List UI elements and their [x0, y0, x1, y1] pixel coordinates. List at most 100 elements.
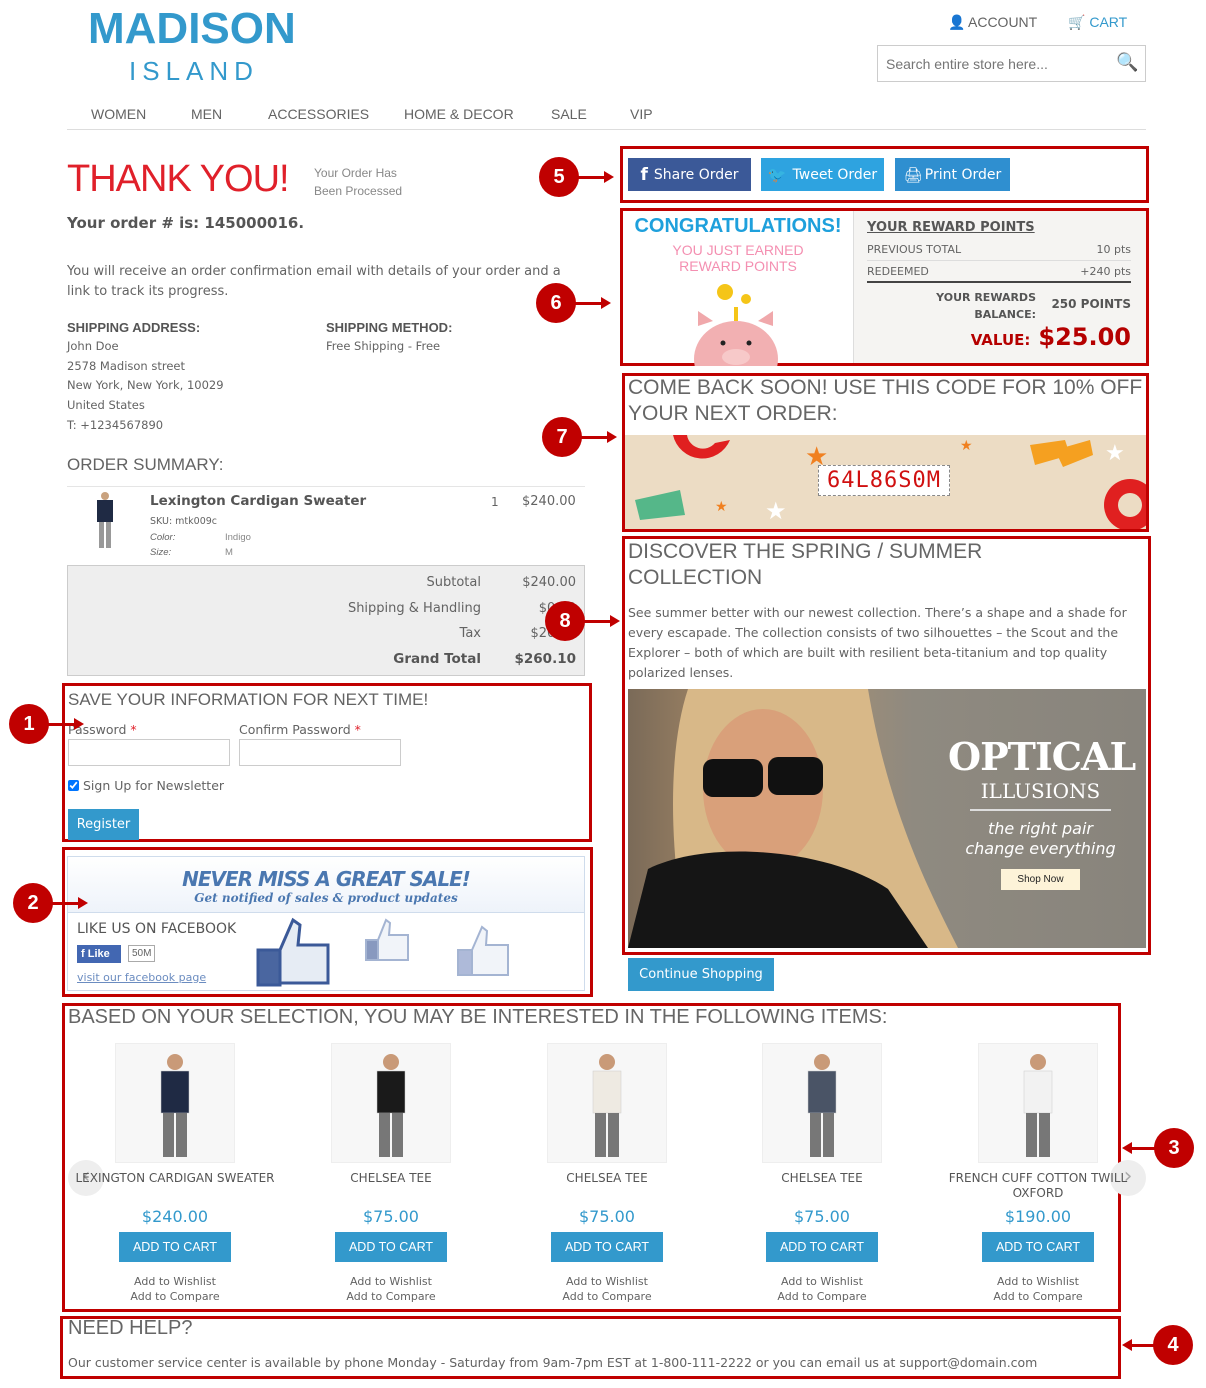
logo[interactable]: MADISON: [88, 4, 296, 54]
product-image[interactable]: [331, 1043, 451, 1163]
order-number: Your order # is: 145000016.: [67, 214, 305, 232]
divider: [67, 486, 585, 487]
tweet-order-button[interactable]: 🐦 Tweet Order: [761, 158, 884, 191]
total-row-tax: Tax$20.10: [459, 626, 576, 641]
nav-accessories[interactable]: ACCESSORIES: [268, 106, 369, 122]
nav-men[interactable]: MEN: [191, 106, 222, 122]
product-price: $75.00: [794, 1207, 850, 1226]
callout-7: 7: [542, 417, 582, 457]
password-field[interactable]: [68, 739, 230, 766]
callout-arrow: [52, 897, 88, 909]
product-name[interactable]: CHELSEA TEE: [283, 1171, 499, 1201]
add-to-cart-button[interactable]: ADD TO CART: [118, 1232, 232, 1262]
add-to-cart-button[interactable]: ADD TO CART: [981, 1232, 1095, 1262]
help-text: Our customer service center is available…: [68, 1355, 1038, 1370]
add-to-compare-link[interactable]: Add to Compare: [499, 1289, 715, 1304]
rewards-congrats: CONGRATULATIONS! YOU JUST EARNED REWARD P…: [623, 211, 853, 366]
svg-text:★: ★: [960, 438, 973, 454]
facebook-icon: f: [81, 948, 85, 960]
confirmation-message: You will receive an order confirmation e…: [67, 264, 561, 299]
svg-text:★: ★: [765, 497, 787, 525]
piggy-bank-icon: [694, 284, 778, 366]
add-to-wishlist-link[interactable]: Add to Wishlist: [930, 1274, 1146, 1289]
product-image[interactable]: [762, 1043, 882, 1163]
previous-total-row: PREVIOUS TOTAL 10 pts: [867, 239, 1131, 261]
printer-icon: 🖨: [903, 165, 923, 184]
print-order-button[interactable]: 🖨 Print Order: [895, 158, 1010, 191]
callout-arrow: [1122, 1339, 1155, 1351]
cart-link[interactable]: 🛒 CART: [1068, 14, 1127, 31]
nav-sale[interactable]: SALE: [551, 106, 587, 122]
search-icon[interactable]: 🔍: [1116, 52, 1138, 73]
product-name[interactable]: LEXINGTON CARDIGAN SWEATER: [67, 1171, 283, 1201]
add-to-compare-link[interactable]: Add to Compare: [67, 1289, 283, 1304]
add-to-cart-button[interactable]: ADD TO CART: [334, 1232, 448, 1262]
item-option-values: Indigo M: [225, 532, 251, 558]
confirm-password-field[interactable]: [239, 739, 401, 766]
upsell-title: BASED ON YOUR SELECTION, YOU MAY BE INTE…: [68, 1006, 888, 1028]
shop-now-button[interactable]: Shop Now: [1001, 869, 1080, 890]
thumbs-up-icon: [256, 917, 509, 987]
earned-text: YOU JUST EARNED REWARD POINTS: [672, 242, 804, 274]
nav-home-decor[interactable]: HOME & DECOR: [404, 106, 514, 122]
nav-vip[interactable]: VIP: [630, 106, 653, 122]
share-order-button[interactable]: f Share Order: [628, 158, 751, 191]
register-button[interactable]: Register: [68, 809, 139, 840]
callout-arrow: [581, 431, 617, 443]
add-to-wishlist-link[interactable]: Add to Wishlist: [714, 1274, 930, 1289]
collection-banner[interactable]: OPTICAL ILLUSIONS the right pair change e…: [628, 689, 1146, 948]
collection-text: See summer better with our newest collec…: [628, 605, 1127, 680]
model-image: [628, 689, 958, 948]
callout-8: 8: [545, 601, 585, 641]
newsletter-option[interactable]: Sign Up for Newsletter: [68, 778, 224, 793]
twitter-icon: 🐦: [767, 165, 787, 184]
callout-arrow: [48, 718, 84, 730]
newsletter-checkbox[interactable]: [68, 780, 79, 791]
callout-arrow: [584, 615, 620, 627]
order-totals: Subtotal$240.00 Shipping & Handling$0.00…: [67, 565, 585, 676]
collection-title: DISCOVER THE SPRING / SUMMER COLLECTION: [628, 540, 983, 589]
logo-subtitle: ISLAND: [129, 56, 259, 86]
continue-shopping-button[interactable]: Continue Shopping: [628, 958, 774, 991]
add-to-wishlist-link[interactable]: Add to Wishlist: [283, 1274, 499, 1289]
help-title: NEED HELP?: [68, 1317, 193, 1339]
add-to-compare-link[interactable]: Add to Compare: [930, 1289, 1146, 1304]
search-input[interactable]: [877, 45, 1146, 82]
add-to-wishlist-link[interactable]: Add to Wishlist: [67, 1274, 283, 1289]
add-to-cart-button[interactable]: ADD TO CART: [550, 1232, 664, 1262]
facebook-subhead: Get notified of sales & product updates: [194, 891, 458, 905]
product-image[interactable]: [547, 1043, 667, 1163]
item-qty: 1: [491, 495, 499, 509]
register-title: SAVE YOUR INFORMATION FOR NEXT TIME!: [68, 690, 429, 709]
add-to-compare-link[interactable]: Add to Compare: [283, 1289, 499, 1304]
reward-points-panel: YOUR REWARD POINTS PREVIOUS TOTAL 10 pts …: [853, 211, 1146, 363]
nav-women[interactable]: WOMEN: [91, 106, 146, 122]
facebook-like-button[interactable]: f Like: [77, 945, 121, 963]
like-count: 50M: [128, 945, 156, 962]
callout-arrow: [578, 171, 614, 183]
item-sku: SKU: mtk009c: [150, 516, 218, 527]
callout-4: 4: [1153, 1325, 1193, 1365]
callout-5: 5: [539, 157, 579, 197]
facebook-page-link[interactable]: visit our facebook page: [77, 971, 206, 984]
like-us-label: LIKE US ON FACEBOOK: [77, 921, 237, 937]
facebook-headline: NEVER MISS A GREAT SALE!: [182, 867, 471, 891]
shipping-address: SHIPPING ADDRESS: John Doe 2578 Madison s…: [67, 320, 224, 432]
add-to-cart-button[interactable]: ADD TO CART: [765, 1232, 879, 1262]
total-row-grand: Grand Total $260.10: [393, 651, 576, 667]
product-card: CHELSEA TEE $75.00 ADD TO CART Add to Wi…: [714, 1043, 930, 1304]
coupon-code: 64L86S0M: [818, 465, 950, 496]
total-row-subtotal: Subtotal $240.00: [426, 575, 576, 590]
account-link[interactable]: 👤 ACCOUNT: [948, 14, 1037, 31]
add-to-compare-link[interactable]: Add to Compare: [714, 1289, 930, 1304]
add-to-wishlist-link[interactable]: Add to Wishlist: [499, 1274, 715, 1289]
product-image[interactable]: [115, 1043, 235, 1163]
reward-points-title: YOUR REWARD POINTS: [867, 220, 1035, 235]
callout-arrow: [575, 297, 611, 309]
product-name[interactable]: FRENCH CUFF COTTON TWILL OXFORD: [930, 1171, 1146, 1201]
cart-icon: 🛒: [1068, 14, 1086, 30]
callout-1: 1: [9, 704, 49, 744]
product-name[interactable]: CHELSEA TEE: [499, 1171, 715, 1201]
product-image[interactable]: [978, 1043, 1098, 1163]
product-name[interactable]: CHELSEA TEE: [714, 1171, 930, 1201]
